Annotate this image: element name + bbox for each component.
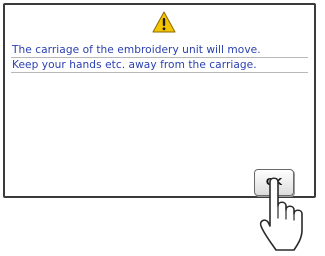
message-line-1: The carriage of the embroidery unit will… xyxy=(12,44,261,56)
message-dialog: The carriage of the embroidery unit will… xyxy=(3,3,316,198)
divider xyxy=(11,72,308,73)
warning-icon xyxy=(152,11,176,33)
message-line-2: Keep your hands etc. away from the carri… xyxy=(12,59,257,71)
pointing-hand-icon xyxy=(259,177,303,251)
